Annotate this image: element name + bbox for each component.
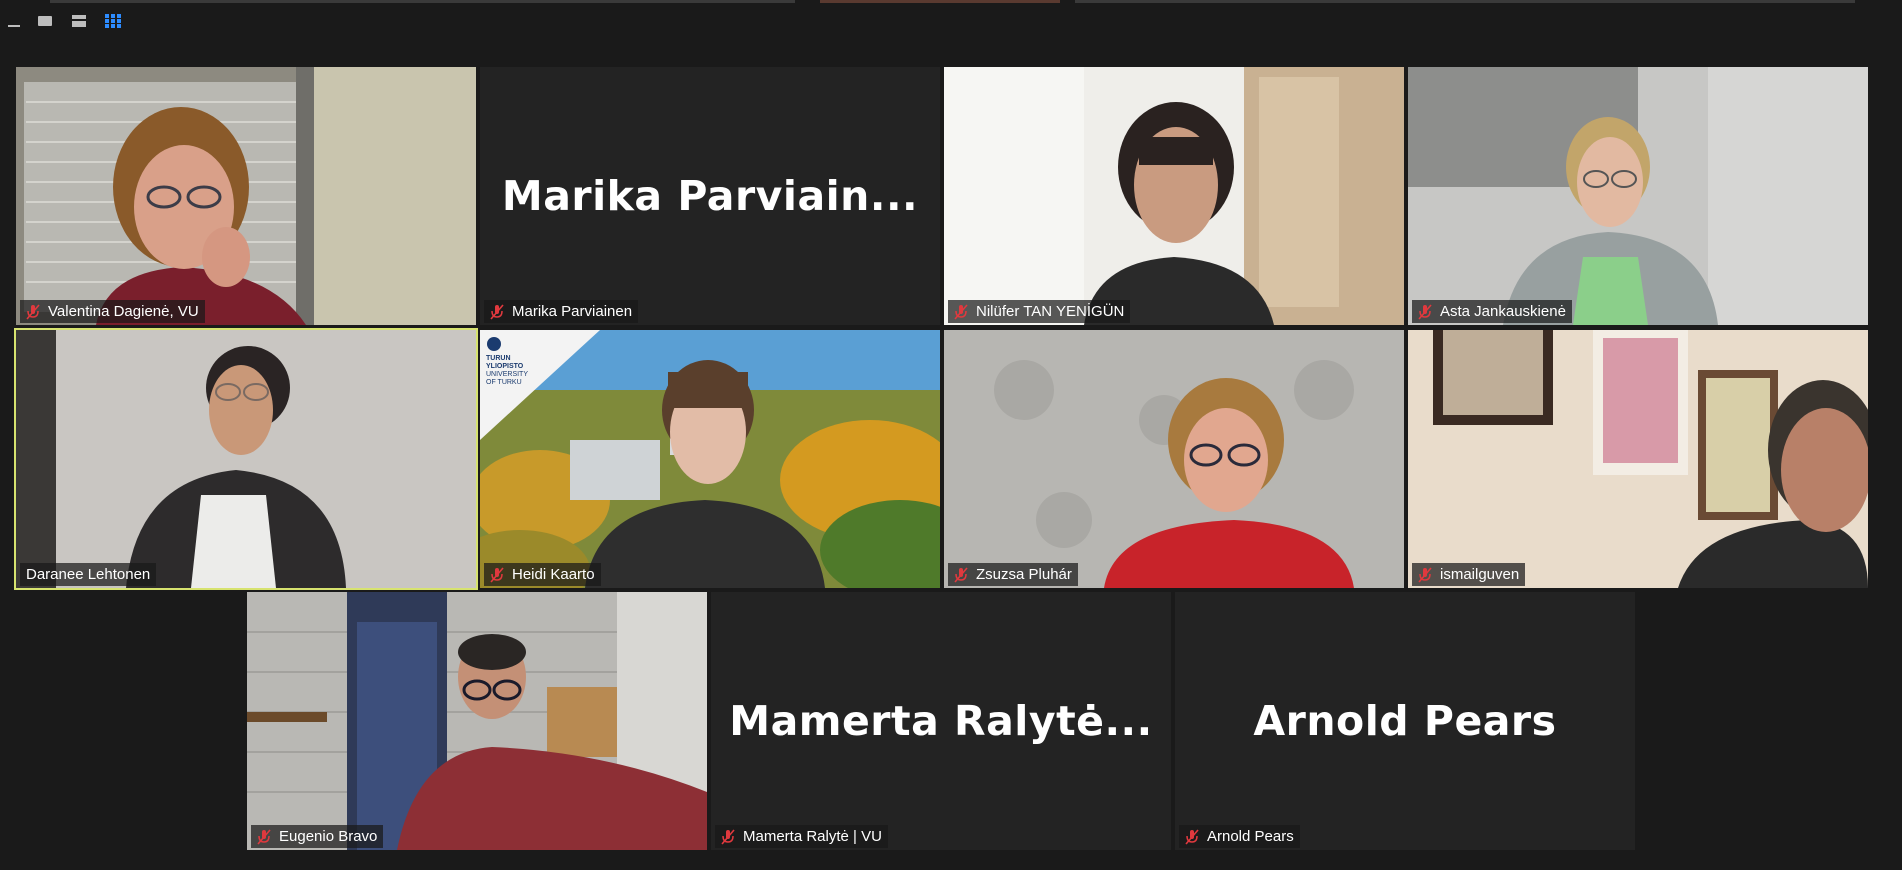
participant-name-label: Asta Jankauskienė	[1412, 300, 1572, 323]
participant-name: Nilüfer TAN YENİGÜN	[976, 303, 1125, 320]
university-crest-icon	[487, 337, 501, 351]
participant-display-name: Arnold Pears	[1253, 697, 1557, 745]
participant-name: Eugenio Bravo	[279, 828, 378, 845]
video-feed	[16, 67, 476, 325]
participant-name-label: Arnold Pears	[1179, 825, 1300, 848]
participant-name: Mamerta Ralytė | VU	[743, 828, 882, 845]
participant-tile-eugenio[interactable]: Eugenio Bravo	[247, 592, 707, 850]
participant-tile-heidi[interactable]: TURUN YLIOPISTO UNIVERSITY OF TURKU Heidi …	[480, 330, 940, 588]
gallery-view-button[interactable]	[96, 8, 130, 34]
muted-mic-icon	[1416, 566, 1434, 584]
strip-view-icon	[71, 14, 87, 28]
participant-display-name: Mamerta Ralytė...	[729, 697, 1153, 745]
gallery-view-icon	[104, 13, 122, 29]
participant-name: Valentina Dagienė, VU	[48, 303, 199, 320]
speaker-view-button[interactable]	[28, 8, 62, 34]
participant-tile-daranee[interactable]: Daranee Lehtonen	[14, 328, 478, 590]
participant-tile-zsuzsa[interactable]: Zsuzsa Pluhár	[944, 330, 1404, 588]
video-feed	[16, 330, 476, 588]
top-video-strip	[820, 0, 1060, 3]
top-video-strip	[1075, 0, 1855, 3]
participant-name: Marika Parviainen	[512, 303, 633, 320]
participant-name-label: Zsuzsa Pluhár	[948, 563, 1078, 586]
participant-name: Daranee Lehtonen	[26, 566, 151, 583]
muted-mic-icon	[488, 303, 506, 321]
minimize-button[interactable]	[0, 8, 28, 34]
strip-view-button[interactable]	[62, 8, 96, 34]
participant-name: Arnold Pears	[1207, 828, 1294, 845]
participant-tile-arnold[interactable]: Arnold Pears Arnold Pears	[1175, 592, 1635, 850]
muted-mic-icon	[1183, 828, 1201, 846]
participant-tile-nilufer[interactable]: Nilüfer TAN YENİGÜN	[944, 67, 1404, 325]
view-toolbar	[0, 8, 130, 34]
participant-tile-mamerta[interactable]: Mamerta Ralytė... Mamerta Ralytė | VU	[711, 592, 1171, 850]
speaker-view-icon	[37, 14, 53, 28]
participant-name-label: Heidi Kaarto	[484, 563, 601, 586]
video-feed	[944, 67, 1404, 325]
participant-name: Zsuzsa Pluhár	[976, 566, 1072, 583]
participant-name-label: Mamerta Ralytė | VU	[715, 825, 888, 848]
muted-mic-icon	[719, 828, 737, 846]
minimize-icon	[7, 14, 21, 28]
video-feed	[944, 330, 1404, 588]
video-feed	[247, 592, 707, 850]
participant-tile-asta[interactable]: Asta Jankauskienė	[1408, 67, 1868, 325]
participant-tile-valentina[interactable]: Valentina Dagienė, VU	[16, 67, 476, 325]
video-feed	[1408, 330, 1868, 588]
participant-name-label: Daranee Lehtonen	[20, 563, 157, 586]
participant-name-label: Marika Parviainen	[484, 300, 639, 323]
participant-name: Asta Jankauskienė	[1440, 303, 1566, 320]
muted-mic-icon	[24, 303, 42, 321]
participant-display-name: Marika Parviain...	[501, 172, 919, 220]
muted-mic-icon	[1416, 303, 1434, 321]
participant-name-label: Nilüfer TAN YENİGÜN	[948, 300, 1131, 323]
participant-name-label: Eugenio Bravo	[251, 825, 384, 848]
muted-mic-icon	[488, 566, 506, 584]
video-feed	[1408, 67, 1868, 325]
participant-name: Heidi Kaarto	[512, 566, 595, 583]
participant-tile-ismail[interactable]: ismailguven	[1408, 330, 1868, 588]
muted-mic-icon	[952, 566, 970, 584]
muted-mic-icon	[255, 828, 273, 846]
top-video-strip	[50, 0, 795, 3]
turku-logo: TURUN YLIOPISTO UNIVERSITY OF TURKU	[486, 336, 556, 387]
participant-name: ismailguven	[1440, 566, 1520, 583]
participant-tile-marika[interactable]: Marika Parviain... Marika Parviainen	[480, 67, 940, 325]
muted-mic-icon	[952, 303, 970, 321]
participant-name-label: ismailguven	[1412, 563, 1526, 586]
participant-name-label: Valentina Dagienė, VU	[20, 300, 205, 323]
